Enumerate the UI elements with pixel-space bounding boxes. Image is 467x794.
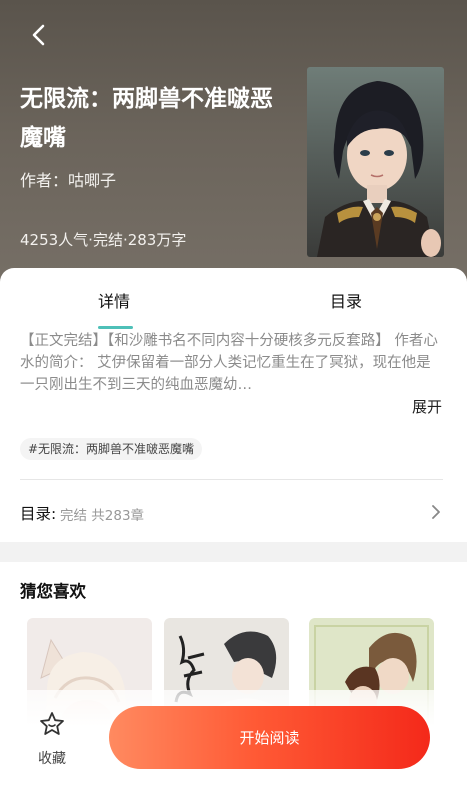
book-tag[interactable]: #无限流：两脚兽不准啵恶魔嘴 (20, 438, 203, 460)
bottom-action-bar: 收藏 开始阅读 (0, 690, 467, 794)
start-reading-button[interactable]: 开始阅读 (109, 706, 430, 769)
chevron-right-icon (432, 505, 440, 519)
tab-toc[interactable]: 目录 (330, 288, 362, 312)
book-header: 无限流：两脚兽不准啵恶魔嘴 作者：咕唧子 4253人气·完结·283万字 (0, 0, 467, 300)
favorite-label: 收藏 (38, 751, 66, 767)
book-title: 无限流：两脚兽不准啵恶魔嘴 (20, 86, 273, 151)
book-author[interactable]: 作者：咕唧子 (20, 167, 116, 191)
toc-label: 目录: (20, 505, 57, 523)
back-arrow-icon (32, 24, 45, 46)
recommend-title: 猜您喜欢 (20, 582, 86, 601)
book-detail-panel: 详情 目录 【正文完结】【和沙雕书名不同内容十分硬核多元反套路】 作者心水的简介… (0, 268, 467, 542)
toc-info: 完结 共283章 (60, 508, 145, 524)
book-stats: 4253人气·完结·283万字 (20, 231, 187, 249)
expand-synopsis-button[interactable]: 展开 (412, 396, 442, 417)
star-icon (40, 712, 64, 735)
toc-row[interactable]: 目录: 完结 共283章 (0, 490, 467, 534)
favorite-button[interactable]: 收藏 (28, 710, 76, 770)
book-synopsis: 【正文完结】【和沙雕书名不同内容十分硬核多元反套路】 作者心水的简介： 艾伊保留… (20, 333, 438, 393)
divider (20, 479, 443, 480)
active-tab-indicator (98, 326, 133, 329)
back-button[interactable] (22, 18, 56, 52)
tab-detail[interactable]: 详情 (98, 288, 130, 312)
book-cover-image (307, 67, 444, 257)
